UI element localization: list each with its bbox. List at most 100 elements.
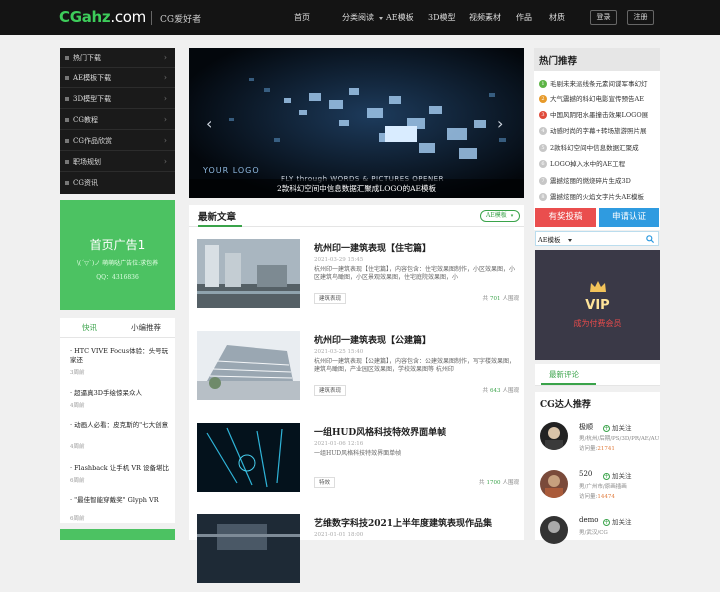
article-title[interactable]: 艺维数字科技2021上半年度建筑表现作品集 [314, 516, 492, 529]
article-title[interactable]: 一组HUD风格科技特效界面单帧 [314, 425, 446, 438]
avatar[interactable] [540, 470, 568, 498]
article-desc: 杭州印一建筑表现【公建篇】，内容包含：公建效果图制作，写字楼效果图，建筑鸟瞰图，… [314, 358, 516, 373]
menu-item-hot-downloads[interactable]: 热门下载 › [60, 48, 175, 68]
chevron-down-icon: ▾ [510, 213, 514, 219]
login-button[interactable]: 登录 [590, 10, 617, 25]
tab-editor-picks[interactable]: 小编推荐 [131, 322, 161, 333]
category-filter-select[interactable]: AE模板 ▾ [480, 210, 520, 222]
news-item[interactable]: · "最佳智能穿戴奖" Glyph VR [70, 496, 170, 505]
home-ad-banner[interactable]: 首页广告1 \(´▽`)ノ 萌萌哒广告位:求包养 QQ：4316836 [60, 200, 175, 310]
cg-experts-panel: CG达人推荐 极顺 + 加关注 男/杭州/后期/PS/3D/PR/AE/AU 访问… [535, 392, 660, 544]
plus-icon: + [603, 518, 610, 526]
follow-button[interactable]: + 加关注 [603, 516, 632, 526]
article-tag[interactable]: 建筑表现 [314, 293, 347, 304]
news-item[interactable]: · Flashback 让手机 VR 设备堪比 [70, 464, 170, 473]
hot-item[interactable]: 2 大气震撼的科幻电影宣传预告AE [539, 93, 659, 105]
hot-item[interactable]: 5 2款科幻空间中信息数据汇聚成 [539, 142, 659, 154]
nav-works[interactable]: 作品 [516, 12, 532, 23]
menu-item-ae-downloads[interactable]: AE模板下载 › [60, 68, 175, 88]
nav-home[interactable]: 首页 [294, 12, 310, 23]
article-views: 共 1700 人围观 [478, 480, 519, 486]
nav-ae-templates[interactable]: AE模板 [386, 12, 414, 23]
hot-item[interactable]: 3 中国风阴阳水墨撞击效果LOGO展 [539, 109, 659, 121]
article-card[interactable]: 一组HUD风格科技特效界面单帧 2021-01-06 12:16 一组HUD风格… [197, 423, 519, 501]
rank-badge: 7 [539, 177, 547, 185]
latest-comments-tab[interactable]: 最新评论 [535, 364, 660, 386]
search-category-select[interactable]: AE模板 [538, 234, 573, 244]
nav-video-assets[interactable]: 视频素材 [469, 12, 501, 23]
news-item[interactable]: · 超逼真3D手绘惊呆众人 [70, 389, 170, 398]
slider-next-arrow[interactable]: › [497, 114, 503, 133]
apply-certification-button[interactable]: 申请认证 [599, 208, 659, 227]
news-time: 6周前 [70, 516, 85, 522]
heading-underline [198, 225, 242, 227]
news-item[interactable]: · HTC VIVE Focus体验：头号玩家还 [70, 347, 170, 365]
bullet-icon [65, 56, 69, 60]
vip-title: VIP [585, 298, 610, 313]
search-bar: AE模板 [535, 231, 659, 246]
user-info: 男/杭州/后期/PS/3D/PR/AE/AU [579, 436, 660, 442]
article-card[interactable]: 杭州印一建筑表现【公建篇】 2021-03-25 15:40 杭州印一建筑表现【… [197, 331, 519, 409]
user-name[interactable]: 极顺 [579, 422, 593, 432]
chevron-right-icon: › [163, 53, 167, 62]
hot-item[interactable]: 1 毛剔未来派线条元素间谍军事幻灯 [539, 78, 659, 90]
article-title[interactable]: 杭州印一建筑表现【住宅篇】 [314, 241, 431, 254]
vip-banner[interactable]: VIP 成为付费会员 [535, 250, 660, 360]
menu-item-cg-news[interactable]: CG资讯 [60, 173, 175, 193]
menu-item-career[interactable]: 职场规划 › [60, 152, 175, 172]
crown-icon [590, 281, 606, 292]
rank-badge: 8 [539, 193, 547, 201]
article-tag[interactable]: 建筑表现 [314, 385, 347, 396]
ad-qq: QQ：4316836 [96, 274, 139, 281]
article-tag[interactable]: 特效 [314, 477, 336, 488]
featured-slider[interactable]: ‹ › FLY through WORDS & PICTURES OPENER … [189, 48, 524, 198]
comments-tab-label: 最新评论 [549, 370, 579, 379]
menu-item-cg-works[interactable]: CG作品欣赏 › [60, 131, 175, 151]
article-desc: 一组HUD风格科技特效界面单帧 [314, 450, 402, 457]
user-name[interactable]: demo [579, 516, 598, 524]
article-thumbnail[interactable] [197, 423, 300, 492]
article-card[interactable]: 艺维数字科技2021上半年度建筑表现作品集 2021-01-01 18:00 [197, 514, 519, 592]
user-name[interactable]: 520 [579, 470, 592, 478]
rank-badge: 2 [539, 95, 547, 103]
expert-user: 520 + 加关注 男/广州市/原画插画 访问量:14474 [540, 470, 660, 515]
ad-subtitle: \(´▽`)ノ 萌萌哒广告位:求包养 [76, 260, 159, 267]
slider-prev-arrow[interactable]: ‹ [206, 114, 212, 133]
follow-button[interactable]: + 加关注 [603, 422, 632, 432]
news-time: 4周前 [70, 403, 85, 409]
submit-contribution-button[interactable]: 有奖投稿 [535, 208, 596, 227]
hot-item[interactable]: 8 震撼炫丽的火焰文字片头AE模板 [539, 191, 659, 203]
nav-3d-models[interactable]: 3D模型 [428, 12, 456, 23]
menu-item-label: CG作品欣赏 [73, 137, 112, 145]
logo-main-text: CGahz [59, 8, 111, 26]
news-time: 6周前 [70, 478, 85, 484]
slider-caption[interactable]: 2款科幻空间中信息数据汇聚成LOGO的AE模板 [189, 179, 524, 198]
search-input[interactable] [580, 233, 642, 244]
article-thumbnail[interactable] [197, 239, 300, 308]
bullet-icon [65, 118, 69, 122]
search-icon[interactable] [646, 235, 654, 243]
left-ad-banner-2[interactable] [60, 529, 175, 540]
hot-item[interactable]: 6 LOGO掉入水中的AE工程 [539, 158, 659, 170]
hot-item[interactable]: 7 震撼炫丽的燃烧碎片生成3D [539, 175, 659, 187]
menu-item-cg-tutorials[interactable]: CG教程 › [60, 110, 175, 130]
article-thumbnail[interactable] [197, 331, 300, 400]
register-button[interactable]: 注册 [627, 10, 654, 25]
nav-category[interactable]: 分类阅读 [342, 12, 383, 23]
site-logo[interactable]: CGahz.com [59, 8, 146, 26]
menu-item-label: 3D模型下载 [73, 95, 112, 103]
article-thumbnail[interactable] [197, 514, 300, 583]
bullet-icon [65, 97, 69, 101]
news-item[interactable]: · 动画人必看：皮克斯的"七大创意 [70, 421, 170, 430]
article-time: 2021-03-25 15:40 [314, 349, 364, 355]
article-title[interactable]: 杭州印一建筑表现【公建篇】 [314, 333, 431, 346]
nav-materials[interactable]: 材质 [549, 12, 565, 23]
tab-flash-news[interactable]: 快讯 [82, 322, 97, 333]
slider-logo-text: YOUR LOGO [203, 166, 260, 175]
plus-icon: + [603, 472, 610, 480]
follow-button[interactable]: + 加关注 [603, 470, 632, 480]
menu-item-3d-downloads[interactable]: 3D模型下载 › [60, 89, 175, 109]
article-card[interactable]: 杭州印一建筑表现【住宅篇】 2021-03-29 15:45 杭州印一建筑表现【… [197, 239, 519, 317]
avatar[interactable] [540, 422, 568, 450]
hot-item[interactable]: 4 动感时尚的字幕+转场旅游照片展 [539, 125, 659, 137]
